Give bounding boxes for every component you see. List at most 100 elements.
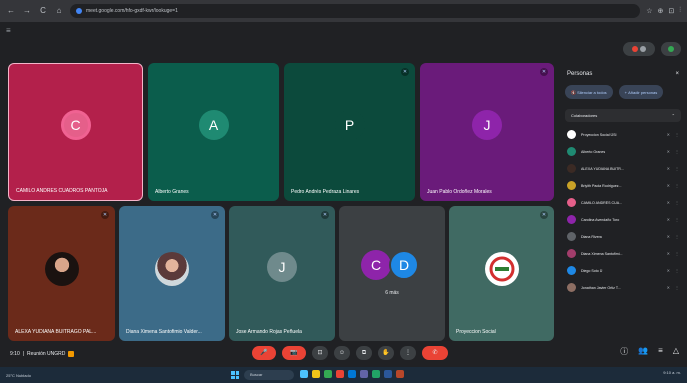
participant-row[interactable]: Jonathan Javier Ortiz T... ✕ ⋮ — [559, 279, 687, 296]
tabs-icon[interactable]: ⊡ — [668, 7, 674, 15]
mic-off-icon: ✕ — [401, 68, 409, 76]
more-options-icon[interactable]: ⋮ — [675, 285, 679, 290]
participant-row[interactable]: ALEXA YUDIANA BUITR... ✕ ⋮ — [559, 160, 687, 177]
participant-name: Proyeccion Social ÜSI — [581, 132, 617, 137]
more-options-icon[interactable]: ⋮ — [675, 132, 679, 137]
more-count: 6 más — [385, 290, 399, 296]
raise-hand-button[interactable]: ✋ — [378, 346, 394, 360]
chrome-icon[interactable] — [336, 370, 344, 378]
participant-row[interactable]: Briyith Paola Rodriguez... ✕ ⋮ — [559, 177, 687, 194]
participant-row[interactable]: Proyeccion Social ÜSI ✕ ⋮ — [559, 126, 687, 143]
bookmark-icon[interactable]: ☆ — [646, 7, 652, 15]
avatar-initial: J — [483, 117, 491, 133]
mic-off-icon: ✕ — [540, 68, 548, 76]
avatar — [567, 181, 576, 190]
clock[interactable]: 9:10 a. m. — [663, 370, 681, 375]
powerpoint-icon[interactable] — [396, 370, 404, 378]
add-people-button[interactable]: + Añadir personas — [618, 85, 664, 99]
home-icon[interactable]: ⌂ — [54, 6, 64, 16]
captions-button[interactable]: ⊡ — [312, 346, 328, 360]
reactions-button[interactable]: ☺ — [334, 346, 350, 360]
mic-off-icon: ✕ — [666, 200, 670, 205]
participant-tile[interactable]: A Alberto Granes — [148, 63, 279, 201]
participant-row[interactable]: Carolina Avendaño Toro ✕ ⋮ — [559, 211, 687, 228]
more-options-icon[interactable]: ⋮ — [675, 251, 679, 256]
excel-icon[interactable] — [372, 370, 380, 378]
call-controls: 🎤 📷 ⊡ ☺ ⧉ ✋ ⋮ ✆ — [252, 346, 448, 360]
avatar — [567, 266, 576, 275]
participant-row[interactable]: Diana Ximena Santofimi... ✕ ⋮ — [559, 245, 687, 262]
more-options-icon[interactable]: ⋮ — [675, 200, 679, 205]
participant-name: Jonathan Javier Ortiz T... — [581, 285, 621, 290]
participant-tile[interactable]: ✕ Diana Ximena Santofimio Valder... — [119, 206, 225, 341]
silence-all-button[interactable]: 🔇 Silenciar a todos — [565, 85, 613, 99]
participant-name: Briyith Paola Rodriguez... — [581, 183, 622, 188]
leave-call-button[interactable]: ✆ — [422, 346, 448, 360]
more-participants-tile[interactable]: C D 6 más — [339, 206, 445, 341]
weather-widget[interactable]: 25°C Nublado — [6, 373, 31, 378]
more-options-icon[interactable]: ⋮ — [675, 234, 679, 239]
participant-tile[interactable]: C CAMILO ANDRÉS CUADROS PANTOJA — [8, 63, 143, 201]
participant-row[interactable]: CAMILO ANDRÉS CUA... ✕ ⋮ — [559, 194, 687, 211]
menu-icon[interactable]: ≡ — [6, 26, 11, 35]
more-options-button[interactable]: ⋮ — [400, 346, 416, 360]
mic-off-icon: ✕ — [101, 211, 109, 219]
more-options-icon[interactable]: ⋮ — [675, 217, 679, 222]
teams-icon[interactable] — [360, 370, 368, 378]
people-icon[interactable]: 👥 — [638, 346, 648, 357]
extension-icon[interactable]: ⊕ — [658, 7, 664, 15]
collaborators-section[interactable]: Colaboradores ⌃ — [565, 109, 681, 122]
forward-icon[interactable]: → — [22, 6, 32, 16]
participant-row[interactable]: Diana Rivera ✕ ⋮ — [559, 228, 687, 245]
badge-icon — [68, 351, 75, 357]
participant-row[interactable]: Alberto Granes ✕ ⋮ — [559, 143, 687, 160]
participant-tile[interactable]: ✕ ALEXA YUDIANA BUITRAGO PAL... — [8, 206, 115, 341]
account-pill[interactable] — [661, 42, 681, 56]
app-icon[interactable] — [324, 370, 332, 378]
microphone-button[interactable]: 🎤 — [252, 346, 276, 360]
participant-name: CAMILO ANDRÉS CUA... — [581, 200, 623, 205]
participant-tile[interactable]: ✕ J Jose Armando Rojas Peñuela — [229, 206, 335, 341]
edge-icon[interactable] — [348, 370, 356, 378]
mic-off-icon: ✕ — [666, 132, 670, 137]
more-options-icon[interactable]: ⋮ — [675, 149, 679, 154]
participant-name: Diego Soto Ü — [581, 268, 603, 273]
more-options-icon[interactable]: ⋮ — [675, 268, 679, 273]
avatar — [567, 249, 576, 258]
more-options-icon[interactable]: ⋮ — [675, 166, 679, 171]
back-icon[interactable]: ← — [6, 6, 16, 16]
activities-icon[interactable]: △ — [673, 346, 679, 357]
address-bar[interactable]: meet.google.com/hfo-gxdf-kwr/lookuge=1 — [70, 4, 641, 18]
participant-row[interactable]: Diego Soto Ü ✕ ⋮ — [559, 262, 687, 279]
info-icon[interactable]: ⓘ — [620, 346, 628, 357]
close-icon[interactable]: × — [675, 71, 679, 77]
avatar — [567, 130, 576, 139]
participant-tile[interactable]: ✕ Proyeccion Social — [449, 206, 554, 341]
participant-name: Jose Armando Rojas Peñuela — [236, 329, 302, 335]
avatar: J — [472, 110, 502, 140]
app-icon[interactable] — [300, 370, 308, 378]
participant-name: ALEXA YUDIANA BUITRAGO PAL... — [15, 329, 97, 335]
meet-top-strip: ≡ — [0, 22, 687, 38]
menu-icon[interactable]: ⫶ — [679, 7, 681, 15]
side-controls: ⓘ 👥 ≡ △ — [620, 346, 679, 357]
logo-image — [484, 251, 519, 286]
folder-icon[interactable] — [312, 370, 320, 378]
top-right-controls — [623, 42, 681, 56]
participant-name: Pedro Andrés Pedraza Linares — [291, 189, 360, 195]
avatar — [567, 164, 576, 173]
reload-icon[interactable]: C — [38, 6, 48, 16]
taskbar-apps — [300, 370, 404, 378]
chat-icon[interactable]: ≡ — [658, 346, 663, 357]
more-options-icon[interactable]: ⋮ — [675, 183, 679, 188]
present-button[interactable]: ⧉ — [356, 346, 372, 360]
browser-toolbar: ← → C ⌂ meet.google.com/hfo-gxdf-kwr/loo… — [0, 0, 687, 22]
url-text: meet.google.com/hfo-gxdf-kwr/lookuge=1 — [86, 8, 178, 14]
participant-tile[interactable]: ✕ P Pedro Andrés Pedraza Linares — [284, 63, 415, 201]
taskbar-search[interactable]: Buscar — [244, 370, 294, 380]
windows-start-icon[interactable] — [231, 371, 239, 379]
word-icon[interactable] — [384, 370, 392, 378]
camera-button[interactable]: 📷 — [282, 346, 306, 360]
participant-tile[interactable]: ✕ J Juan Pablo Ordoñez Morales — [420, 63, 554, 201]
status-pill[interactable] — [623, 42, 655, 56]
